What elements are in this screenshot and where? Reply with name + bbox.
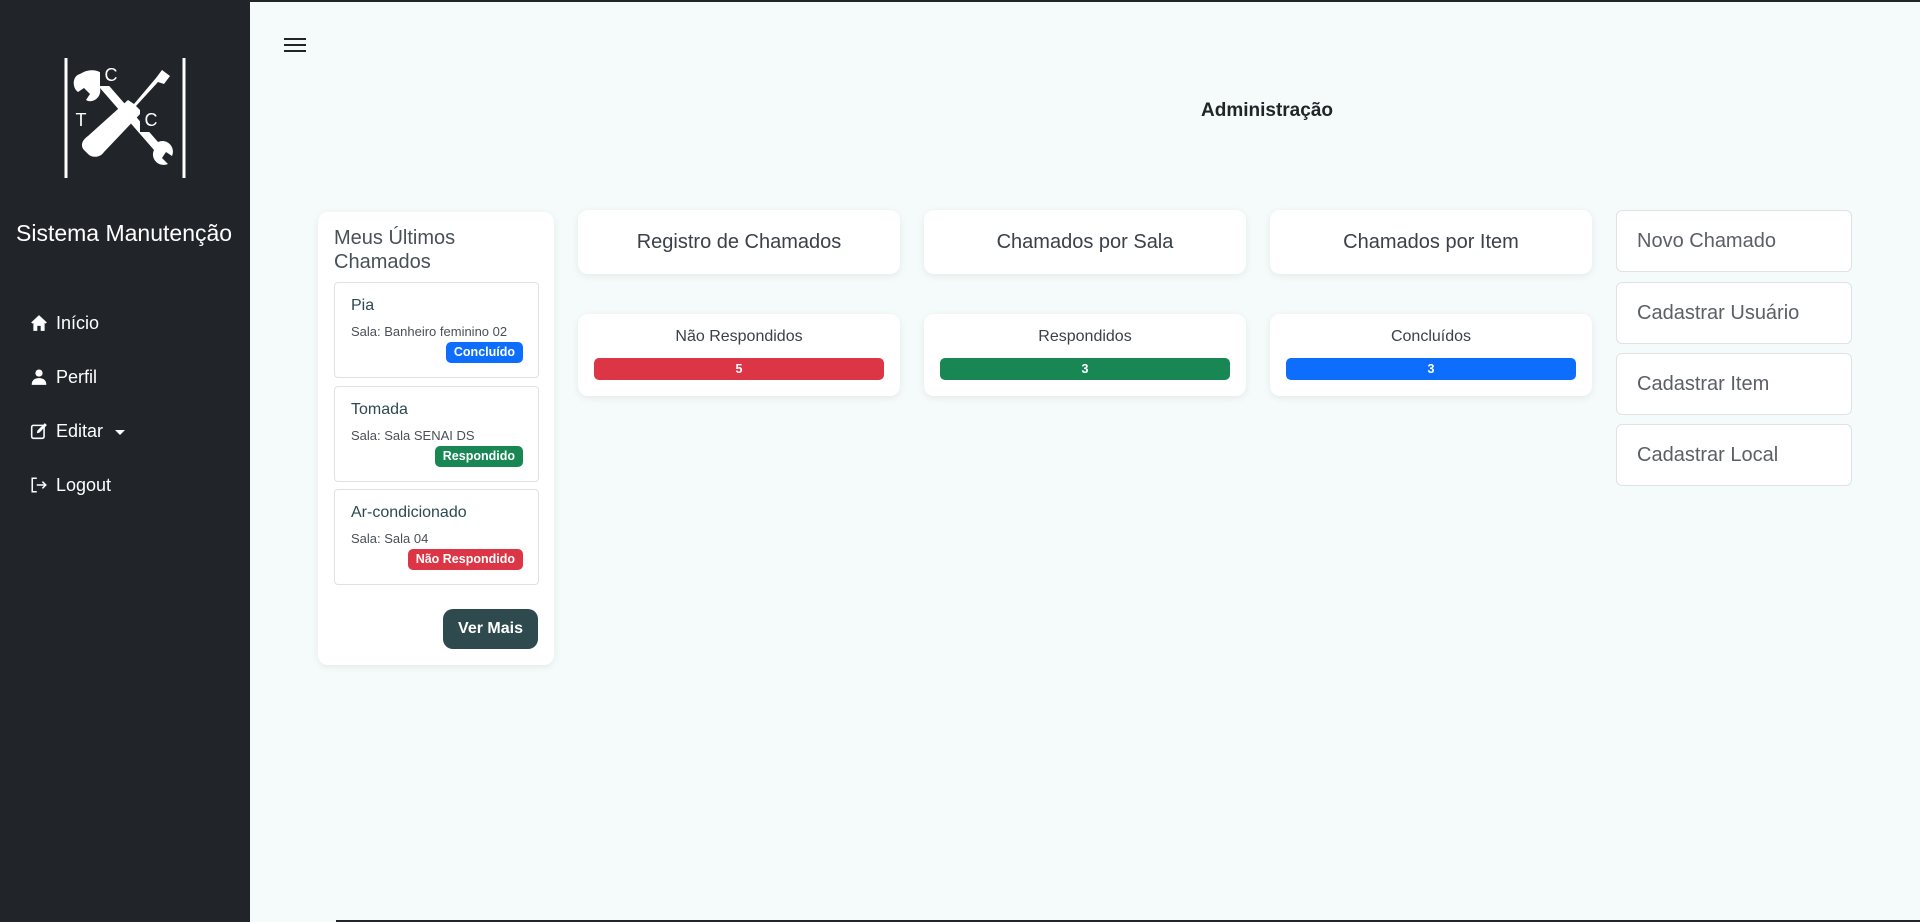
logo-letter-c2: C — [145, 110, 158, 130]
ticket-card[interactable]: Tomada Sala: Sala SENAI DS Respondido — [334, 386, 539, 482]
sidebar-item-logout[interactable]: Logout — [30, 458, 240, 512]
sidebar-item-editar[interactable]: Editar — [30, 404, 240, 458]
menu-toggle-icon[interactable] — [284, 38, 306, 54]
report-registro-chamados[interactable]: Registro de Chamados — [578, 210, 900, 274]
report-chamados-por-item[interactable]: Chamados por Item — [1270, 210, 1592, 274]
ticket-room: Sala: Sala SENAI DS — [351, 428, 475, 443]
ticket-name: Ar-condicionado — [351, 504, 467, 521]
sidebar-item-label: Perfil — [56, 366, 98, 387]
brand-title: Sistema Manutenção — [16, 220, 233, 246]
recent-tickets-title: Meus Últimos Chamados — [334, 227, 456, 273]
cadastrar-usuario-button[interactable]: Cadastrar Usuário — [1616, 282, 1852, 344]
page-title-text: Administração — [1201, 100, 1333, 121]
chevron-down-icon — [115, 429, 126, 435]
stat-card-respondidos: Respondidos 3 — [924, 314, 1246, 396]
stat-progress-bar: 3 — [1286, 358, 1576, 380]
sidebar-item-label: Início — [56, 312, 100, 333]
stat-label: Não Respondidos — [675, 328, 803, 345]
stat-progress-fill: 5 — [594, 358, 884, 380]
logo-letter-c1: C — [105, 65, 118, 85]
logo-letter-t: T — [76, 110, 87, 130]
cadastrar-local-button[interactable]: Cadastrar Local — [1616, 424, 1852, 486]
home-icon — [31, 315, 47, 331]
stat-progress-bar: 3 — [940, 358, 1230, 380]
sidebar: C T C Sistema Manutenção Início Perfil E… — [0, 0, 250, 922]
sidebar-item-label: Logout — [56, 474, 112, 495]
sidebar-item-inicio[interactable]: Início — [30, 296, 240, 350]
edit-icon — [30, 423, 47, 440]
ver-mais-button[interactable]: Ver Mais — [443, 609, 538, 649]
stat-card-concluidos: Concluídos 3 — [1270, 314, 1592, 396]
logout-icon — [31, 477, 47, 493]
stat-card-nao-respondidos: Não Respondidos 5 — [578, 314, 900, 396]
status-badge: Concluído — [445, 342, 523, 363]
ticket-room: Sala: Banheiro feminino 02 — [351, 324, 508, 339]
ticket-card[interactable]: Pia Sala: Banheiro feminino 02 Concluído — [334, 282, 539, 378]
stat-progress-bar: 5 — [594, 358, 884, 380]
stat-label: Respondidos — [1038, 328, 1132, 345]
sidebar-item-label: Editar — [56, 420, 104, 441]
ticket-name: Tomada — [351, 401, 408, 418]
status-badge: Não Respondido — [407, 549, 523, 570]
tool-logo-icon: C T C — [64, 58, 186, 178]
status-badge: Respondido — [434, 446, 523, 467]
report-chamados-por-sala[interactable]: Chamados por Sala — [924, 210, 1246, 274]
ticket-room: Sala: Sala 04 — [351, 531, 429, 546]
stat-label: Concluídos — [1390, 328, 1472, 345]
stat-progress-fill: 3 — [940, 358, 1230, 380]
recent-tickets-card: Meus Últimos Chamados Pia Sala: Banheiro… — [318, 212, 554, 665]
stat-progress-fill: 3 — [1286, 358, 1576, 380]
ticket-card[interactable]: Ar-condicionado Sala: Sala 04 Não Respon… — [334, 489, 539, 585]
novo-chamado-button[interactable]: Novo Chamado — [1616, 210, 1852, 272]
ticket-name: Pia — [351, 297, 375, 314]
sidebar-nav: Início Perfil Editar Logout — [30, 296, 240, 512]
sidebar-item-perfil[interactable]: Perfil — [30, 350, 240, 404]
cadastrar-item-button[interactable]: Cadastrar Item — [1616, 353, 1852, 415]
user-icon — [31, 369, 47, 385]
top-border — [250, 0, 1920, 2]
